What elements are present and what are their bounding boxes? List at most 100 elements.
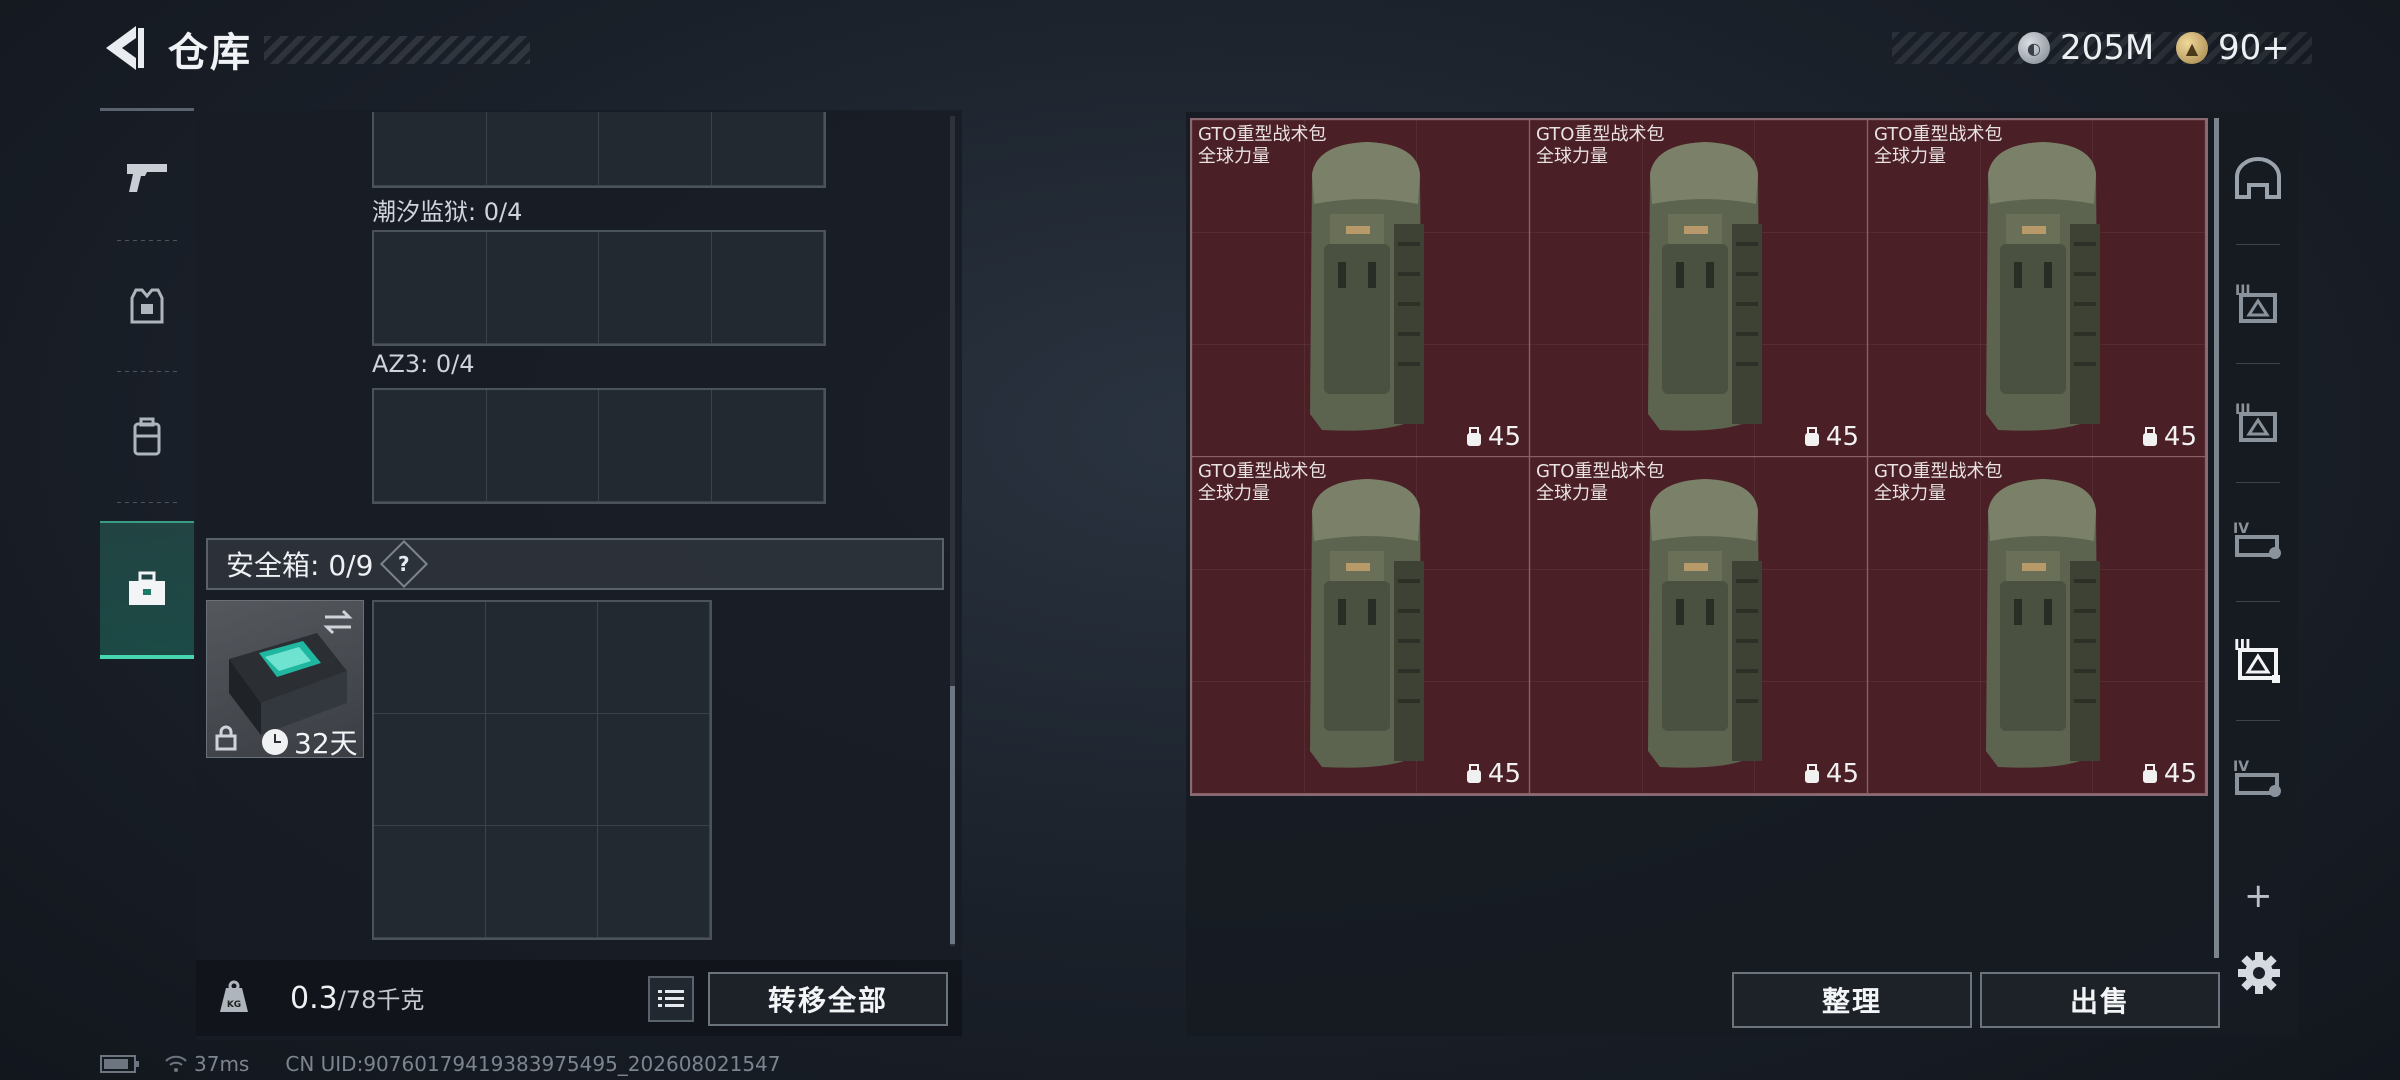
lock-icon <box>215 725 237 751</box>
stash-item[interactable]: GTO重型战术包 全球力量 45 <box>1192 120 1530 457</box>
grid-cell[interactable] <box>374 714 486 826</box>
swap-icon[interactable] <box>321 609 355 635</box>
side-tab-helmet[interactable] <box>2222 114 2294 244</box>
grid-cell[interactable] <box>374 602 486 714</box>
add-tab-icon[interactable]: + <box>2244 876 2273 916</box>
grid-cell[interactable] <box>486 826 598 938</box>
grid-cell[interactable] <box>598 602 710 714</box>
backpack-IV-icon: IV <box>2233 759 2281 797</box>
backpack-icon <box>1986 142 2100 431</box>
item-capacity: 45 <box>2142 759 2197 789</box>
item-capacity-value: 45 <box>2163 422 2197 452</box>
stash-item[interactable]: GTO重型战术包 全球力量 45 <box>1192 457 1530 794</box>
gold-currency: ▲ 90+ <box>2176 26 2290 70</box>
grid-cell[interactable] <box>711 112 824 186</box>
grid-cell[interactable] <box>711 390 824 502</box>
network-status: 37ms <box>164 1052 249 1076</box>
section-label-tide-prison: 潮汐监狱: 0/4 <box>372 198 523 226</box>
rail-tab-backpack[interactable] <box>100 372 194 502</box>
rail-tab-armor[interactable] <box>100 241 194 371</box>
grid-cell[interactable] <box>599 112 712 186</box>
gold-coin-icon: ▲ <box>2176 32 2208 64</box>
backpack-icon <box>1648 142 1762 431</box>
page-title: 仓库 <box>168 30 252 76</box>
title-decoration <box>264 36 530 64</box>
stash-item[interactable]: GTO重型战术包 全球力量 45 <box>1868 457 2206 794</box>
svg-text:IV: IV <box>2233 759 2249 775</box>
side-tab-armor-3a[interactable]: III <box>2222 245 2294 363</box>
bag-capacity-icon <box>1804 427 1819 446</box>
status-bar: 37ms CN UID:90760179419383975495_2026080… <box>100 1052 781 1076</box>
transfer-all-button[interactable]: 转移全部 <box>708 972 948 1026</box>
battery-icon <box>100 1055 139 1073</box>
silver-coin-icon: ◐ <box>2018 32 2050 64</box>
section-label-az3: AZ3: 0/4 <box>372 350 475 378</box>
item-capacity-value: 45 <box>1487 759 1521 789</box>
uid-text: CN UID:90760179419383975495_202608021547 <box>285 1052 781 1076</box>
side-tab-armor-3-active[interactable]: III <box>2222 602 2294 720</box>
category-rail <box>100 108 194 708</box>
help-button[interactable]: ? <box>380 539 429 589</box>
safebox-label: 安全箱: 0/9 <box>226 549 374 582</box>
item-capacity-value: 45 <box>2163 759 2197 789</box>
list-icon <box>658 990 684 1007</box>
grid-cell[interactable] <box>599 232 712 344</box>
rail-divider <box>117 502 177 503</box>
clock-icon <box>262 729 288 755</box>
svg-text:IV: IV <box>2233 521 2249 537</box>
grid-cell[interactable] <box>598 714 710 826</box>
side-tab-armor-3b[interactable]: III <box>2222 364 2294 482</box>
safebox-grid <box>372 600 712 940</box>
weight-readout: 0.3/78千克 <box>290 980 424 1016</box>
settings-gear-icon[interactable] <box>2236 950 2282 996</box>
bag-capacity-icon <box>2142 764 2157 783</box>
grid-cell[interactable] <box>486 232 599 344</box>
grid-cell[interactable] <box>598 826 710 938</box>
grid-cell[interactable] <box>374 232 487 344</box>
stash-item[interactable]: GTO重型战术包 全球力量 45 <box>1530 120 1868 457</box>
stash-filter-tabs: III III IV III IV <box>2222 114 2294 854</box>
grid-cell[interactable] <box>711 232 824 344</box>
wifi-icon <box>165 1055 187 1072</box>
expiry-days: 32天 <box>262 722 358 762</box>
grid-cell[interactable] <box>486 112 599 186</box>
backpack-icon <box>133 417 161 456</box>
armor-III-active-icon: III <box>2234 636 2280 683</box>
weight-value: 0.3 <box>290 981 338 1016</box>
grid-cell[interactable] <box>486 714 598 826</box>
left-scrollbar-thumb[interactable] <box>950 686 955 944</box>
pistol-icon <box>127 164 167 192</box>
safebox-header: 安全箱: 0/9 ? <box>206 538 944 590</box>
grid-cell[interactable] <box>486 390 599 502</box>
container-grid-az3 <box>372 388 826 504</box>
list-view-button[interactable] <box>648 976 694 1022</box>
svg-text:KG: KG <box>227 1000 241 1010</box>
weight-max: /78千克 <box>337 986 425 1014</box>
armor-III-icon: III <box>2235 402 2277 442</box>
expiry-days-text: 32天 <box>294 727 358 760</box>
grid-cell[interactable] <box>374 826 486 938</box>
container-grid-top <box>372 112 826 188</box>
side-tab-backpack-4b[interactable]: IV <box>2222 721 2294 839</box>
grid-cell[interactable] <box>486 602 598 714</box>
item-capacity-value: 45 <box>1825 759 1859 789</box>
stash-item[interactable]: GTO重型战术包 全球力量 45 <box>1530 457 1868 794</box>
helmet-tier-icon <box>2235 157 2281 199</box>
backpack-icon <box>1310 479 1424 768</box>
side-tab-backpack-4a[interactable]: IV <box>2222 483 2294 601</box>
sell-button[interactable]: 出售 <box>1980 972 2220 1028</box>
silver-currency: ◐ 205M <box>2018 26 2154 70</box>
rail-tab-weapon[interactable] <box>100 114 194 240</box>
grid-cell[interactable] <box>374 112 487 186</box>
grid-cell[interactable] <box>599 390 712 502</box>
right-scrollbar[interactable] <box>2214 118 2219 958</box>
backpack-icon <box>1648 479 1762 768</box>
back-arrow-icon[interactable] <box>100 24 146 72</box>
stash-item[interactable]: GTO重型战术包 全球力量 45 <box>1868 120 2206 457</box>
backpack-icon <box>1310 142 1424 431</box>
backpack-icon <box>1986 479 2100 768</box>
sort-button[interactable]: 整理 <box>1732 972 1972 1028</box>
bag-capacity-icon <box>1466 427 1481 446</box>
rail-tab-safebox[interactable] <box>100 521 194 659</box>
grid-cell[interactable] <box>374 390 487 502</box>
